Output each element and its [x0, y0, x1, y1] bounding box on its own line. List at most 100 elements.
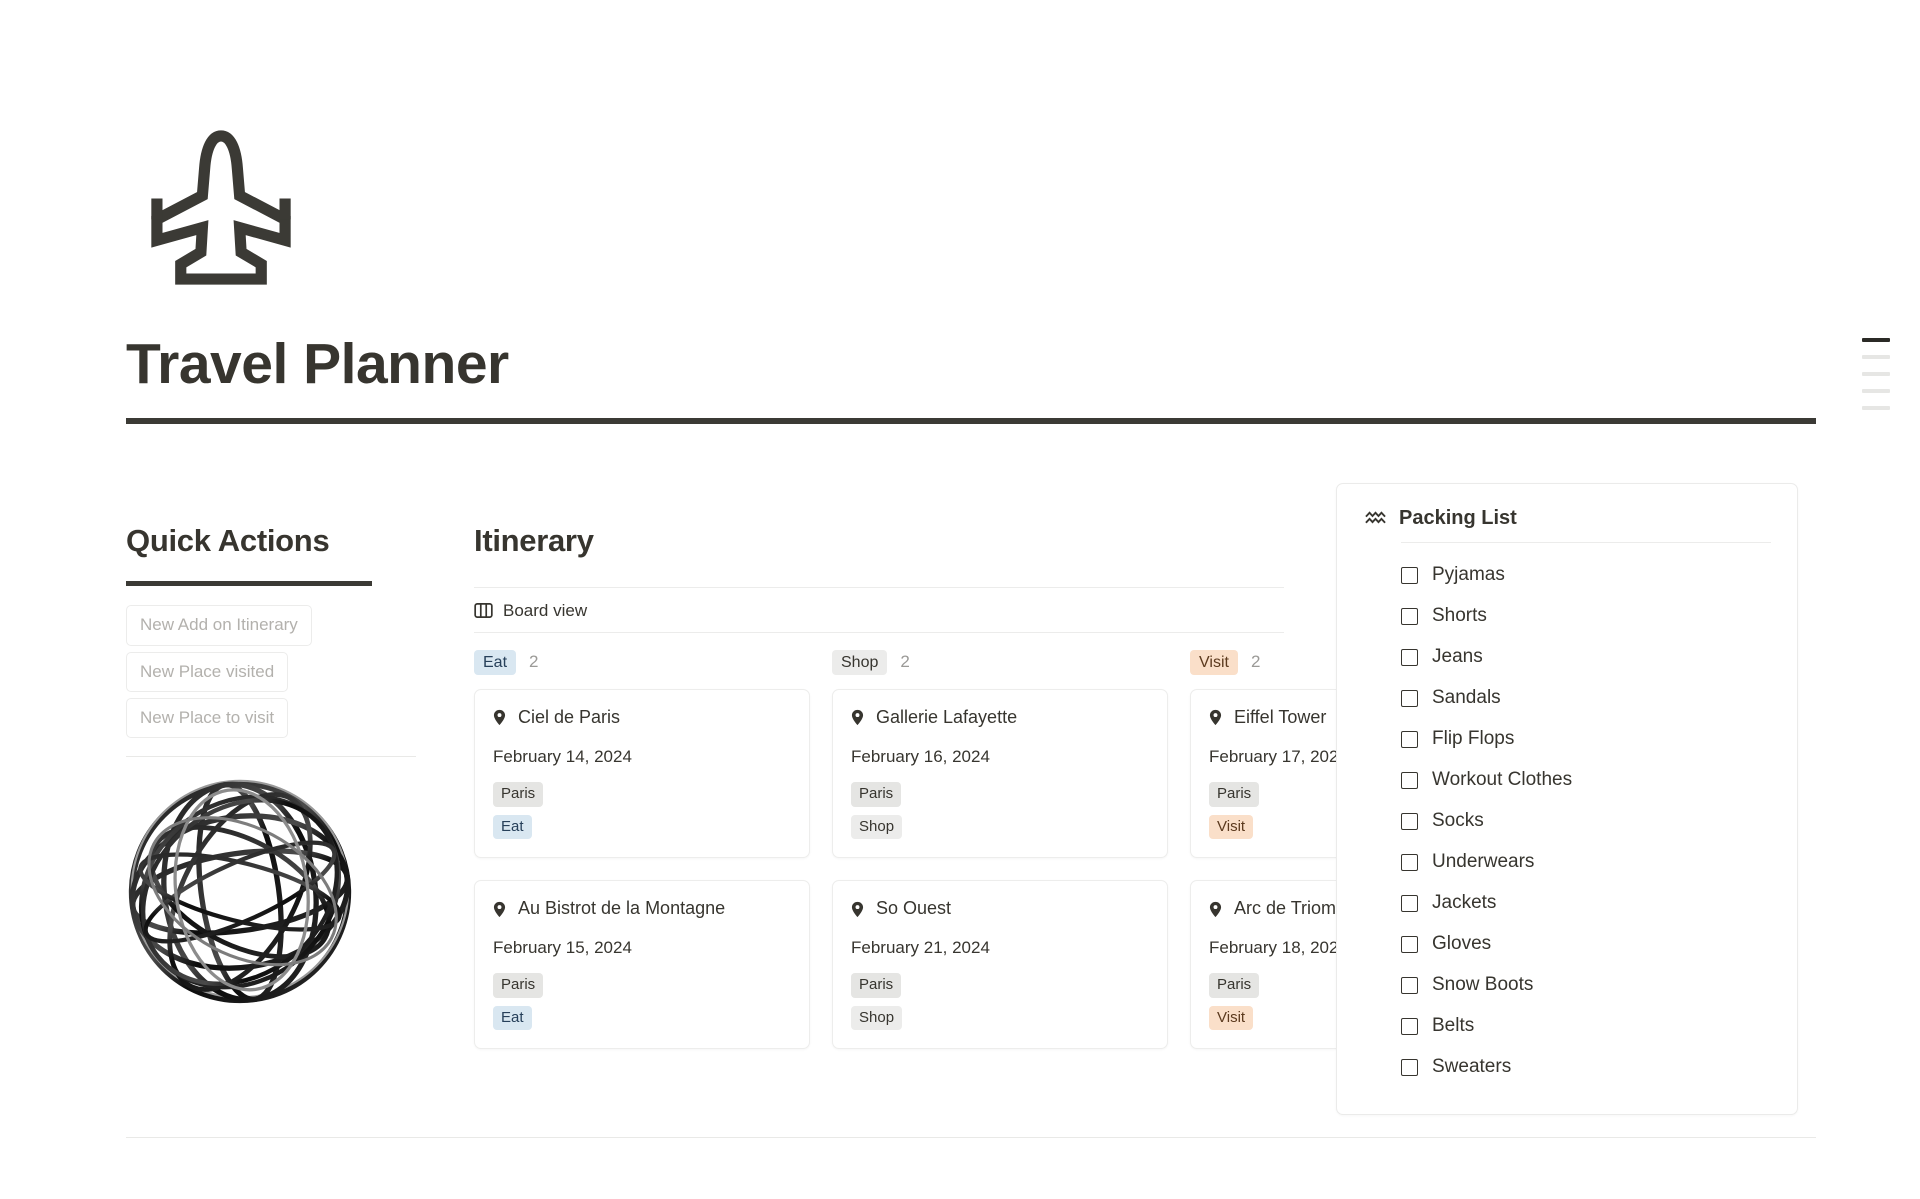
card-tag-place: Paris — [851, 972, 902, 998]
card-date: February 15, 2024 — [493, 937, 632, 957]
packing-item-label: Belts — [1432, 1015, 1475, 1037]
packing-list-item[interactable]: Sandals — [1401, 678, 1771, 719]
packing-list-item[interactable]: Gloves — [1401, 924, 1771, 965]
new-place-visited-button[interactable]: New Place visited — [126, 651, 289, 692]
packing-list-item[interactable]: Sweaters — [1401, 1047, 1771, 1088]
checkbox[interactable] — [1401, 1018, 1418, 1035]
checkbox[interactable] — [1401, 772, 1418, 789]
location-pin-icon — [1209, 901, 1222, 917]
column-count: 2 — [529, 652, 539, 672]
packing-list-divider — [1401, 542, 1771, 543]
column-header: Shop 2 — [832, 649, 1168, 675]
packing-item-label: Socks — [1432, 810, 1484, 832]
checkbox[interactable] — [1401, 608, 1418, 625]
quick-actions-title: Quick Actions — [126, 523, 330, 558]
card-tag-place: Paris — [1209, 781, 1260, 807]
packing-list-item[interactable]: Snow Boots — [1401, 965, 1771, 1006]
column-count: 2 — [1250, 652, 1261, 672]
checkbox[interactable] — [1401, 895, 1418, 912]
card-title-row: Gallerie Lafayette — [851, 707, 1149, 729]
packing-list-item[interactable]: Flip Flops — [1401, 719, 1771, 760]
card-date: February 21, 2024 — [851, 937, 990, 957]
packing-item-label: Sandals — [1432, 687, 1501, 709]
packing-item-label: Sweaters — [1432, 1056, 1512, 1078]
board-view-label: Board view — [503, 601, 588, 621]
board-column-eat: Eat 2 Ciel de Paris February 14, 2024 Pa… — [474, 649, 810, 1071]
packing-list-item[interactable]: Underwears — [1401, 842, 1771, 883]
packing-item-label: Shorts — [1432, 605, 1487, 627]
card-tag-place: Paris — [493, 781, 544, 807]
packing-item-label: Snow Boots — [1432, 974, 1534, 996]
page-nav-dash[interactable] — [1862, 355, 1890, 359]
page-nav-dash[interactable] — [1862, 372, 1890, 376]
packing-item-label: Workout Clothes — [1432, 769, 1573, 791]
packing-list-item[interactable]: Pyjamas — [1401, 555, 1771, 596]
quick-actions-section: Quick Actions New Add on Itinerary New P… — [126, 522, 416, 1021]
quick-actions-buttons: New Add on Itinerary New Place visited N… — [126, 605, 416, 739]
new-add-on-itinerary-button[interactable]: New Add on Itinerary — [126, 605, 312, 646]
packing-list-item[interactable]: Shorts — [1401, 596, 1771, 637]
card-tag-category: Visit — [1209, 814, 1254, 840]
new-place-to-visit-button[interactable]: New Place to visit — [126, 697, 289, 739]
itinerary-board: Eat 2 Ciel de Paris February 14, 2024 Pa… — [474, 649, 1526, 1071]
packing-list-title: Packing List — [1399, 507, 1517, 529]
board-column-shop: Shop 2 Gallerie Lafayette February 16, 2… — [832, 649, 1168, 1071]
location-pin-icon — [1209, 710, 1222, 726]
packing-list-item[interactable]: Jackets — [1401, 883, 1771, 924]
itinerary-card[interactable]: So Ouest February 21, 2024 Paris Shop — [832, 880, 1168, 1050]
quick-actions-bottom-divider — [126, 756, 416, 758]
page-title: Travel Planner — [126, 332, 509, 396]
packing-item-label: Jeans — [1432, 646, 1483, 668]
checkbox[interactable] — [1401, 649, 1418, 666]
itinerary-card[interactable]: Au Bistrot de la Montagne February 15, 2… — [474, 880, 810, 1050]
board-view-tab[interactable]: Board view — [474, 601, 1284, 634]
card-tags: Paris Eat — [493, 972, 791, 1031]
card-tags: Paris Eat — [493, 781, 791, 840]
checkbox[interactable] — [1401, 690, 1418, 707]
checkbox[interactable] — [1401, 567, 1418, 584]
card-tags: Paris Shop — [851, 781, 1149, 840]
footer-divider — [126, 1137, 1816, 1138]
packing-list-item[interactable]: Jeans — [1401, 637, 1771, 678]
card-title-row: Ciel de Paris — [493, 707, 791, 729]
checkbox[interactable] — [1401, 731, 1418, 748]
itinerary-divider — [474, 587, 1284, 589]
location-pin-icon — [851, 901, 864, 917]
column-tag-shop[interactable]: Shop — [832, 649, 888, 675]
location-pin-icon — [493, 710, 506, 726]
page-nav-dash[interactable] — [1862, 406, 1890, 410]
column-tag-visit[interactable]: Visit — [1190, 649, 1238, 675]
location-pin-icon — [493, 901, 506, 917]
travel-planner-page: Travel Planner Quick Actions New Add on … — [0, 0, 1920, 1199]
card-title-row: Au Bistrot de la Montagne — [493, 898, 791, 920]
card-tags: Paris Shop — [851, 972, 1149, 1031]
checkbox[interactable] — [1401, 977, 1418, 994]
card-tag-category: Visit — [1209, 1005, 1254, 1031]
checkbox[interactable] — [1401, 813, 1418, 830]
checkbox[interactable] — [1401, 936, 1418, 953]
packing-list-items: Pyjamas Shorts Jeans Sandals Flip Flops — [1401, 555, 1771, 1088]
title-divider — [126, 417, 1816, 424]
column-tag-eat[interactable]: Eat — [474, 649, 517, 675]
card-tag-place: Paris — [493, 972, 544, 998]
packing-list-item[interactable]: Workout Clothes — [1401, 760, 1771, 801]
packing-list-panel: Packing List Pyjamas Shorts Jeans Sandal… — [1336, 483, 1798, 1115]
page-nav-dash[interactable] — [1862, 338, 1890, 342]
card-tag-place: Paris — [1209, 972, 1260, 998]
airplane-icon — [151, 130, 291, 285]
packing-list-item[interactable]: Socks — [1401, 801, 1771, 842]
wire-sphere-sculpture-image — [128, 780, 352, 1004]
card-title: So Ouest — [876, 898, 952, 919]
itinerary-card[interactable]: Ciel de Paris February 14, 2024 Paris Ea… — [474, 689, 810, 859]
checkbox[interactable] — [1401, 1059, 1418, 1076]
card-title-row: So Ouest — [851, 898, 1149, 920]
location-pin-icon — [851, 710, 864, 726]
card-title: Ciel de Paris — [518, 707, 621, 728]
page-nav-dash[interactable] — [1862, 389, 1890, 393]
packing-item-label: Underwears — [1432, 851, 1535, 873]
itinerary-card[interactable]: Gallerie Lafayette February 16, 2024 Par… — [832, 689, 1168, 859]
checkbox[interactable] — [1401, 854, 1418, 871]
packing-list-item[interactable]: Belts — [1401, 1006, 1771, 1047]
itinerary-section: Itinerary Board view Eat 2 Ciel de Paris… — [474, 522, 1526, 1071]
card-tag-place: Paris — [851, 781, 902, 807]
